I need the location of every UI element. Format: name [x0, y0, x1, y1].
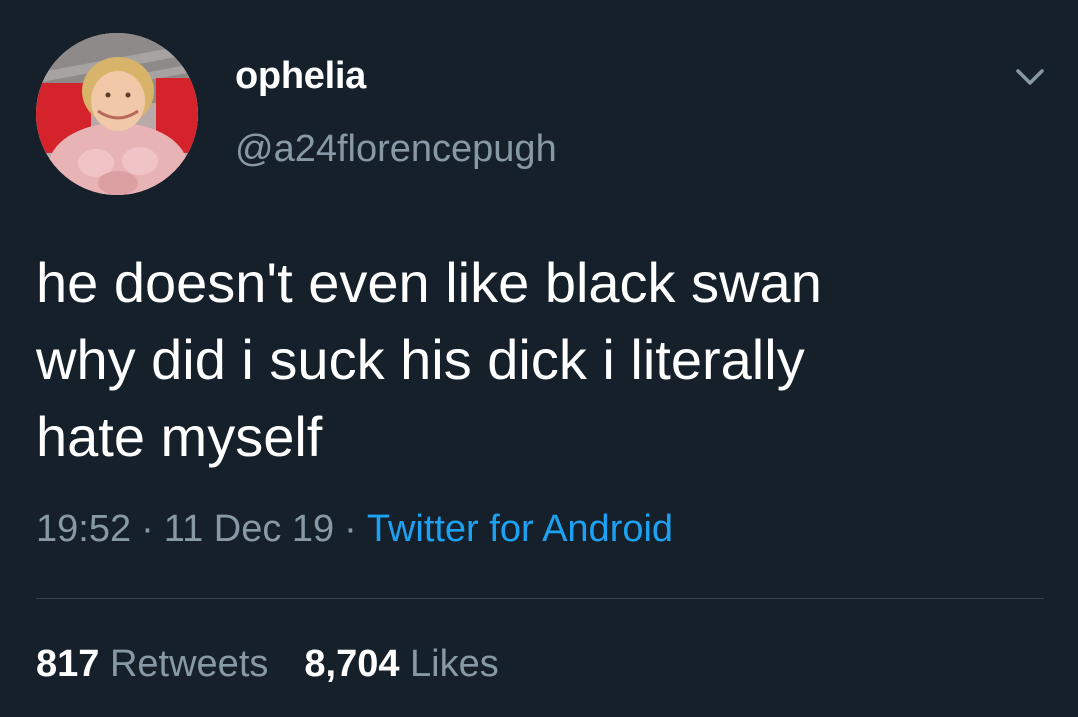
tweet-time[interactable]: 19:52 — [36, 508, 131, 550]
profile-photo-icon — [36, 33, 198, 195]
retweets-stat[interactable]: 817 Retweets — [36, 643, 268, 685]
meta-separator: · — [141, 508, 154, 550]
retweets-label: Retweets — [109, 643, 269, 685]
tweet-source-link[interactable]: Twitter for Android — [367, 508, 673, 550]
tweet-text-line: he doesn't even like black swan — [36, 251, 822, 314]
tweet-text: he doesn't even like black swan why did … — [36, 244, 1036, 475]
display-name[interactable]: ophelia — [235, 55, 366, 98]
user-handle[interactable]: @a24florencepugh — [235, 128, 557, 171]
chevron-down-icon[interactable] — [1010, 58, 1050, 98]
tweet-date[interactable]: 11 Dec 19 — [164, 508, 334, 550]
likes-count: 8,704 — [304, 643, 400, 685]
tweet-stats: 817 Retweets 8,704 Likes — [36, 643, 499, 686]
retweets-count: 817 — [36, 643, 100, 685]
tweet-card: ophelia @a24florencepugh he doesn't even… — [0, 0, 1078, 717]
tweet-meta: 19:52 · 11 Dec 19 · Twitter for Android — [36, 508, 673, 551]
likes-stat[interactable]: 8,704 Likes — [304, 643, 498, 685]
likes-label: Likes — [410, 643, 499, 685]
tweet-text-line: hate myself — [36, 405, 323, 468]
tweet-text-line: why did i suck his dick i literally — [36, 328, 805, 391]
avatar[interactable] — [36, 33, 198, 195]
divider — [36, 598, 1044, 599]
meta-separator: · — [344, 508, 357, 550]
